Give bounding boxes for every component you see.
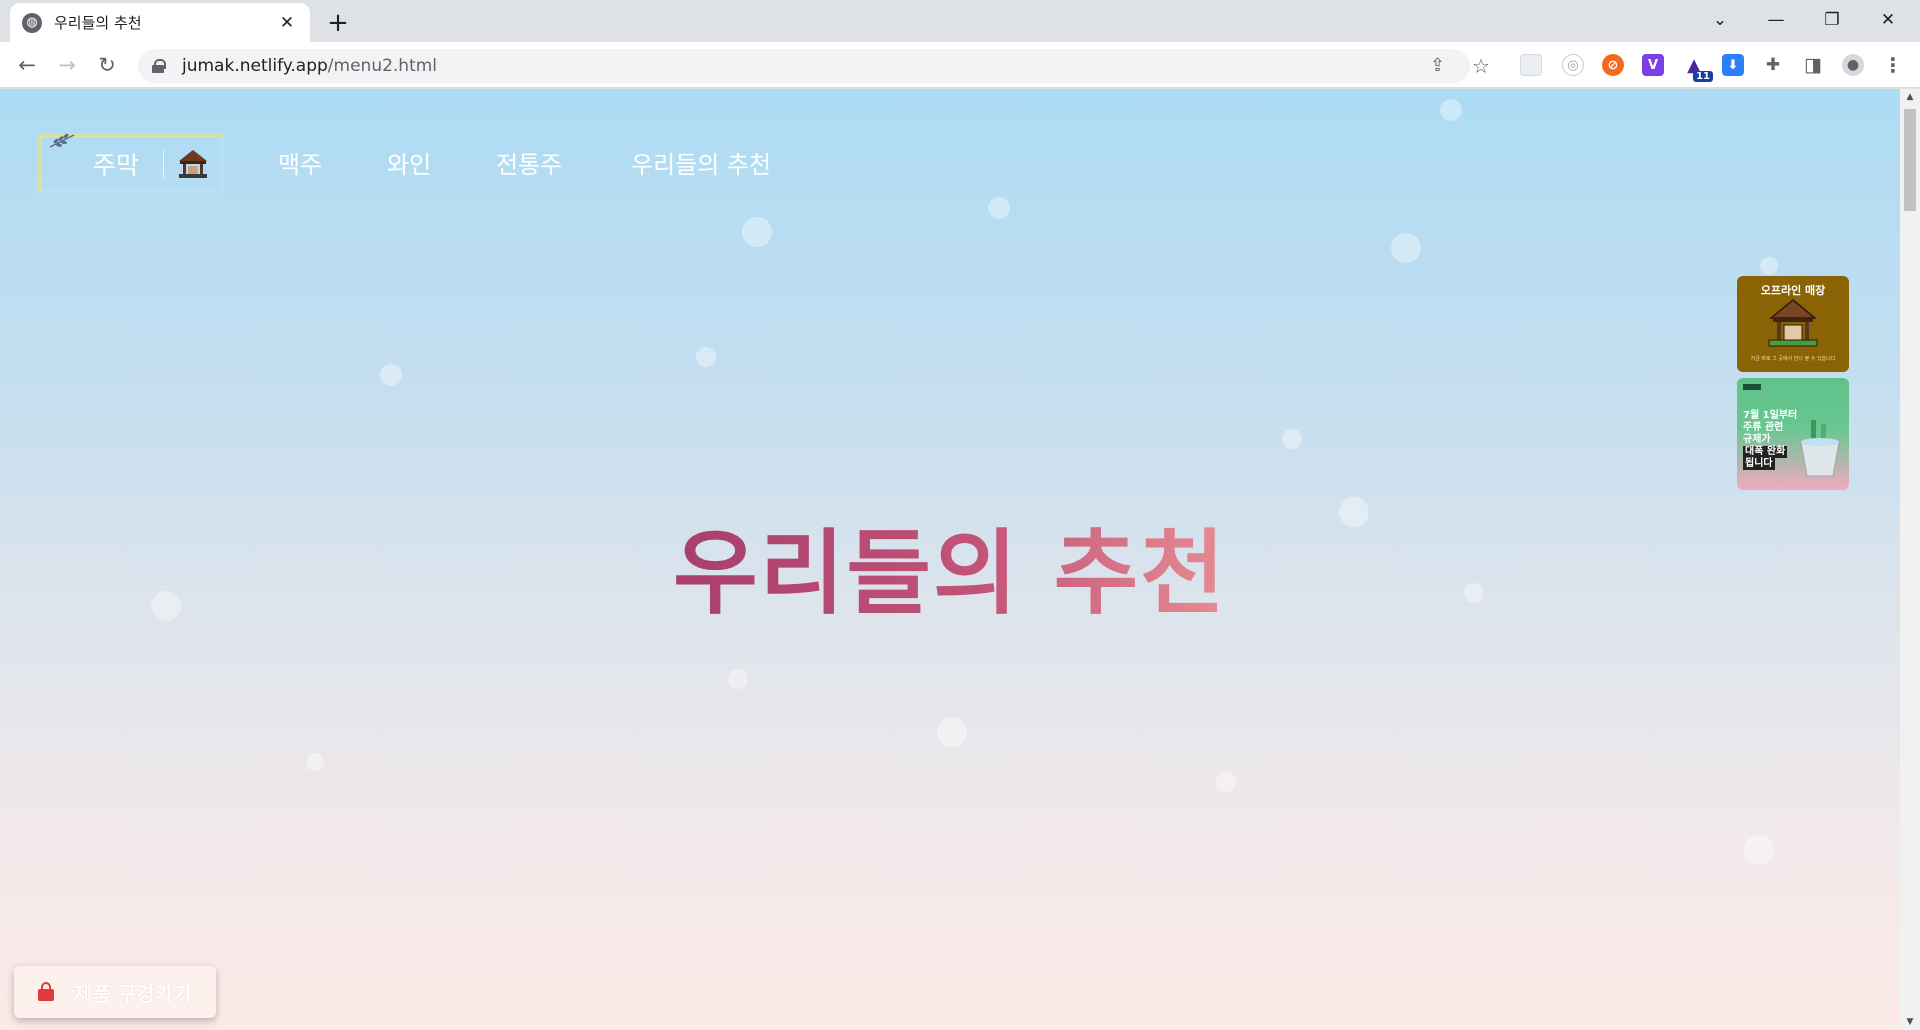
bubble-decoration	[1440, 99, 1462, 121]
banner-line: 규제가	[1743, 434, 1771, 445]
bubble-decoration	[1391, 233, 1421, 263]
extension-orange-icon[interactable]: ⊘	[1602, 54, 1624, 76]
tab-search-icon[interactable]: ⌄	[1692, 0, 1748, 40]
extension-gray-icon[interactable]	[1520, 54, 1542, 76]
bubble-decoration	[742, 217, 772, 247]
banner-subtitle: 지금 바로 그 곳에서 만나 볼 수 있습니다	[1750, 356, 1836, 362]
download-icon[interactable]: ⬇	[1722, 54, 1744, 76]
bubble-decoration	[937, 717, 967, 747]
bubble-decoration	[988, 197, 1010, 219]
hero-title-text: 우리들의 추천	[673, 520, 1227, 627]
offline-store-banner[interactable]: 오프라인 매장 지금 바로 그 곳에서 만나 볼 수 있습니다	[1737, 276, 1849, 372]
banner-line: 됩니다	[1743, 458, 1775, 470]
puzzle-icon[interactable]: ✚	[1762, 54, 1784, 76]
nav-link-traditional[interactable]: 전통주	[496, 145, 562, 180]
nav-link-wine[interactable]: 와인	[387, 145, 431, 180]
drink-bucket-icon	[1800, 420, 1840, 477]
bubble-decoration	[1282, 429, 1302, 449]
nav-link-recommendation[interactable]: 우리들의 추천	[631, 145, 771, 180]
new-tab-button[interactable]: +	[322, 7, 354, 39]
reload-button[interactable]: ↻	[90, 48, 124, 82]
globe-icon: ◍	[22, 12, 42, 33]
kebab-menu-icon[interactable]: ⋮	[1882, 53, 1904, 77]
extension-circle-icon[interactable]: ◎	[1562, 54, 1584, 76]
regulation-news-banner[interactable]: 7월 1일부터 주류 관련 규제가 대폭 완화 됩니다	[1737, 378, 1849, 490]
url-host: jumak.netlify.app	[182, 56, 328, 76]
banner-text: 7월 1일부터 주류 관련 규제가 대폭 완화 됩니다	[1743, 410, 1797, 470]
bookmark-star-icon[interactable]: ☆	[1472, 54, 1490, 78]
bubble-decoration	[1216, 772, 1236, 792]
banner-logo-tag	[1743, 384, 1761, 390]
lock-icon	[152, 59, 166, 73]
bubble-decoration	[380, 364, 402, 386]
back-button[interactable]: ←	[10, 48, 44, 82]
scroll-up-icon[interactable]: ▲	[1900, 89, 1920, 105]
logo-text: 주막	[93, 151, 140, 180]
scroll-thumb[interactable]	[1904, 109, 1916, 211]
url-path: /menu2.html	[327, 56, 438, 76]
tab-close-icon[interactable]: ✕	[276, 13, 298, 33]
bubble-decoration	[306, 753, 324, 771]
tab-strip: ◍ 우리들의 추천 ✕ + ⌄ — ❐ ✕	[0, 0, 1920, 42]
banner-title: 오프라인 매장	[1760, 284, 1826, 297]
address-bar[interactable]: jumak.netlify.app/menu2.html ⇪ ☆	[138, 49, 1490, 83]
wheat-icon	[49, 133, 75, 148]
close-window-button[interactable]: ✕	[1860, 0, 1916, 40]
side-panel-icon[interactable]: ◨	[1802, 54, 1824, 76]
bubble-decoration	[696, 347, 716, 367]
browse-products-label: 제품 구경가기	[74, 981, 192, 1006]
page-viewport: 주막 맥주 와인 전통주 우리들의 추천 우리들의 추천 오프라인 매장 지금 …	[0, 89, 1900, 1030]
browse-products-button[interactable]: 제품 구경가기	[14, 966, 216, 1018]
banner-line: 7월 1일부터	[1743, 410, 1798, 421]
banner-line: 대폭 완화	[1743, 446, 1788, 458]
logo-divider	[163, 149, 165, 179]
bubble-decoration	[1760, 257, 1778, 275]
banner-line: 주류 관련	[1743, 422, 1784, 433]
share-icon[interactable]: ⇪	[1430, 55, 1445, 76]
extension-badge: 11	[1693, 71, 1713, 82]
bubble-decoration	[1744, 835, 1774, 865]
active-tab[interactable]: ◍ 우리들의 추천 ✕	[10, 3, 310, 42]
minimize-button[interactable]: —	[1748, 0, 1804, 40]
page-scrollbar[interactable]: ▲ ▼	[1900, 89, 1920, 1030]
restore-button[interactable]: ❐	[1804, 0, 1860, 40]
forward-button[interactable]: →	[50, 48, 84, 82]
graduation-cap-icon[interactable]: ▲ 11	[1683, 54, 1713, 82]
pavilion-icon	[179, 150, 208, 178]
profile-avatar-icon[interactable]: ●	[1842, 54, 1864, 76]
nav-link-beer[interactable]: 맥주	[278, 145, 322, 180]
bubble-decoration	[728, 669, 748, 689]
tab-title: 우리들의 추천	[54, 14, 142, 32]
hero-title: 우리들의 추천	[0, 499, 1900, 632]
scroll-down-icon[interactable]: ▼	[1900, 1014, 1920, 1030]
shopping-bag-icon	[38, 982, 54, 1001]
extension-v-icon[interactable]: V	[1642, 54, 1664, 76]
pavilion-icon	[1768, 299, 1818, 347]
browser-toolbar: ← → ↻ jumak.netlify.app/menu2.html ⇪ ☆ ◎…	[0, 42, 1920, 88]
